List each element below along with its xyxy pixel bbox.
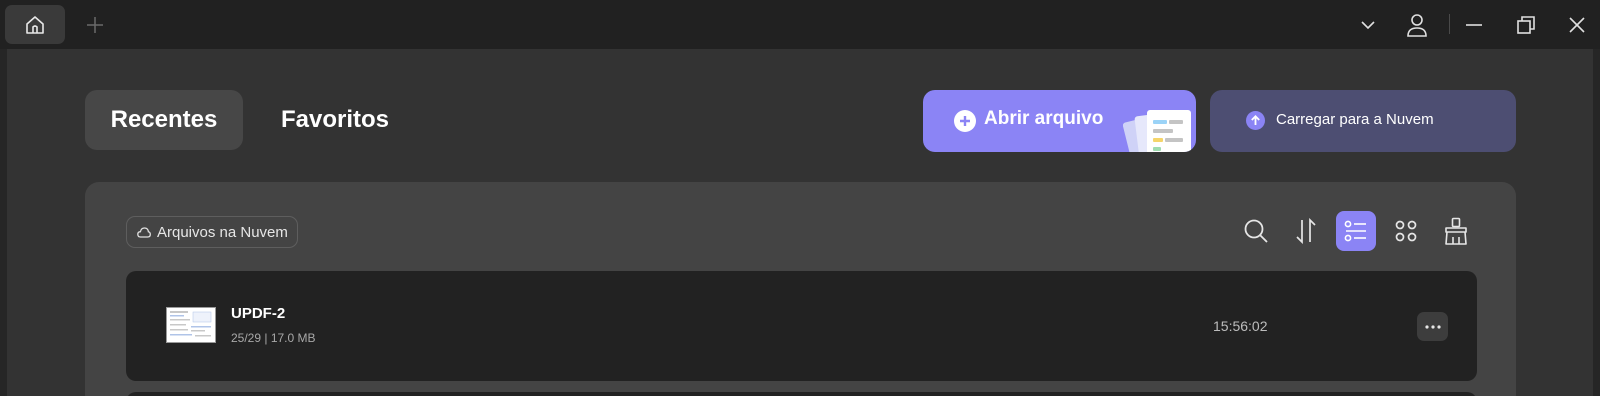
tab-recent[interactable]: Recentes xyxy=(85,90,243,150)
close-icon xyxy=(1569,17,1585,33)
restore-icon xyxy=(1517,16,1535,34)
upload-cloud-button[interactable]: Carregar para a Nuvem xyxy=(1210,90,1516,152)
open-file-button[interactable]: Abrir arquivo xyxy=(923,90,1196,152)
upload-icon xyxy=(1246,111,1265,130)
file-row[interactable]: UPDF-2 25/29 | 17.0 MB 15:56:02 xyxy=(126,271,1477,381)
upload-cloud-label: Carregar para a Nuvem xyxy=(1276,111,1434,128)
cloud-files-label: Arquivos na Nuvem xyxy=(157,223,288,241)
grid-view-button[interactable] xyxy=(1386,211,1426,251)
file-name: UPDF-2 xyxy=(231,305,286,322)
search-button[interactable] xyxy=(1236,211,1276,251)
sort-button[interactable] xyxy=(1286,211,1326,251)
file-meta: 25/29 | 17.0 MB xyxy=(231,331,316,345)
file-row[interactable] xyxy=(126,392,1477,396)
window-edge-left xyxy=(0,49,7,396)
clear-button[interactable] xyxy=(1436,211,1476,251)
more-options-button[interactable] xyxy=(1417,312,1448,341)
tab-favorites[interactable]: Favoritos xyxy=(255,90,415,150)
home-tab[interactable] xyxy=(5,5,65,44)
file-thumbnail xyxy=(166,307,216,343)
restore-button[interactable] xyxy=(1513,12,1539,38)
search-icon xyxy=(1244,219,1268,243)
account-button[interactable] xyxy=(1404,12,1430,38)
window-edge-right xyxy=(1593,49,1600,396)
close-button[interactable] xyxy=(1564,12,1590,38)
dropdown-button[interactable] xyxy=(1355,12,1381,38)
title-bar xyxy=(0,0,1600,49)
cloud-icon xyxy=(137,226,151,238)
home-icon xyxy=(26,15,44,34)
list-view-icon xyxy=(1344,220,1366,242)
minimize-button[interactable] xyxy=(1461,12,1487,38)
plus-icon xyxy=(87,17,103,33)
broom-icon xyxy=(1445,217,1467,245)
list-view-button[interactable] xyxy=(1336,211,1376,251)
plus-circle-icon xyxy=(954,110,976,132)
cloud-files-filter[interactable]: Arquivos na Nuvem xyxy=(126,216,298,248)
minimize-icon xyxy=(1466,24,1482,26)
grid-view-icon xyxy=(1395,220,1417,242)
documents-illustration-icon xyxy=(1123,110,1191,152)
open-file-label: Abrir arquivo xyxy=(984,108,1104,129)
titlebar-divider xyxy=(1449,14,1450,34)
file-time: 15:56:02 xyxy=(1213,318,1268,334)
more-icon xyxy=(1424,324,1441,329)
new-tab-button[interactable] xyxy=(84,14,106,36)
chevron-down-icon xyxy=(1361,21,1375,30)
user-icon xyxy=(1407,14,1427,37)
sort-icon xyxy=(1296,218,1316,244)
